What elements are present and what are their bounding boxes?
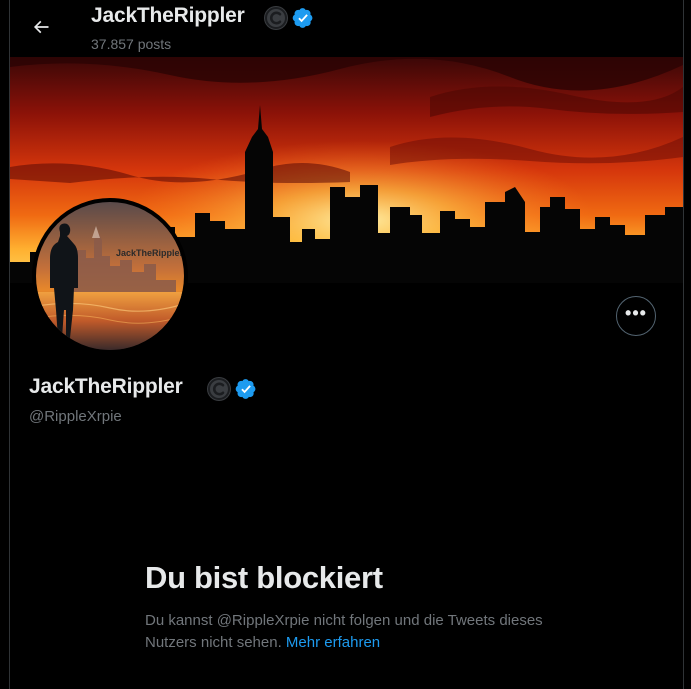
profile-badges	[206, 376, 257, 402]
profile-avatar[interactable]: JackTheRippler	[32, 198, 188, 354]
profile-display-name: JackTheRippler	[29, 375, 183, 398]
header-name: JackTheRippler	[91, 4, 245, 27]
profile-handle: @RippleXrpie	[29, 408, 122, 425]
more-options-button[interactable]: •••	[616, 296, 656, 336]
blocked-title: Du bist blockiert	[145, 560, 383, 595]
learn-more-link[interactable]: Mehr erfahren	[286, 634, 380, 651]
profile-column: JackTheRippler 37.857 posts JackTheRippl…	[9, 0, 684, 689]
ellipsis-icon: •••	[625, 303, 647, 323]
header-badges	[263, 5, 314, 31]
avatar-image: JackTheRippler	[36, 202, 184, 350]
verified-badge-icon[interactable]	[292, 7, 314, 29]
profile-header: JackTheRippler 37.857 posts	[10, 0, 683, 56]
back-button[interactable]	[24, 10, 58, 44]
blocked-message: Du kannst @RippleXrpie nicht folgen und …	[145, 610, 565, 654]
post-count: 37.857 posts	[91, 36, 172, 52]
avatar-text: JackTheRippler	[116, 248, 184, 258]
arrow-left-icon	[33, 20, 49, 34]
copyright-badge-icon	[264, 6, 288, 30]
copyright-badge-icon	[207, 377, 231, 401]
verified-badge-icon[interactable]	[235, 378, 257, 400]
